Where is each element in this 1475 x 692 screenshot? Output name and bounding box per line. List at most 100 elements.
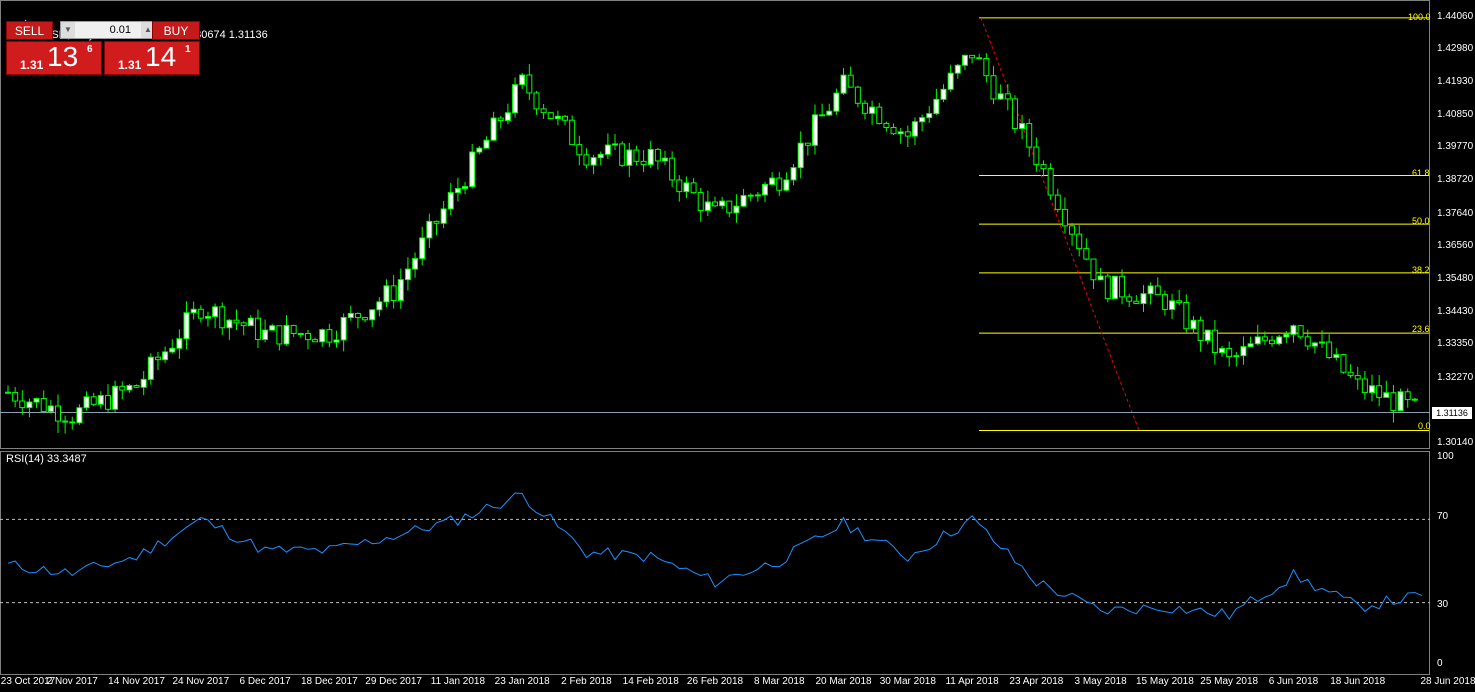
candle [476, 146, 483, 155]
candle-body [54, 405, 61, 422]
candle [483, 136, 490, 149]
candle [654, 147, 661, 170]
candle [512, 77, 519, 118]
candle-body [162, 351, 169, 361]
sell-quote[interactable]: 1.31 13 6 [6, 41, 102, 75]
candle [626, 142, 633, 178]
candle-body [919, 117, 926, 123]
price-chart-panel[interactable]: ▲ GBPUSD,Daily 1.30759 1.31288 1.30674 1… [0, 0, 1475, 449]
price-chart-svg [0, 17, 1430, 434]
candle [740, 188, 747, 207]
candle [1061, 197, 1068, 234]
candle [840, 67, 847, 95]
candle-body [876, 106, 883, 124]
candle [712, 196, 718, 207]
candle [1083, 238, 1090, 261]
date-axis-label: 24 Nov 2017 [172, 676, 230, 687]
buy-quote-pips: 14 [145, 41, 177, 72]
sell-button[interactable]: SELL [6, 21, 53, 40]
candle-body [547, 112, 554, 120]
candle [162, 346, 169, 363]
candle [1204, 329, 1211, 345]
candle [219, 302, 226, 335]
fib-label-61-8: 61.8 [1412, 168, 1430, 178]
candle [569, 115, 576, 146]
candle-body [1276, 336, 1283, 345]
candle [1390, 384, 1397, 423]
candle [690, 178, 697, 194]
candle [447, 183, 454, 216]
date-axis-label: 28 Jun 2018 [1420, 676, 1475, 687]
fib-label-0: 0.0 [1418, 421, 1431, 431]
buy-quote[interactable]: 1.31 14 1 [104, 41, 200, 75]
candle [390, 274, 397, 309]
candle-body [512, 84, 519, 114]
candle-body [1126, 296, 1133, 302]
candle [462, 182, 469, 195]
candle [176, 329, 183, 359]
candle-body [747, 194, 754, 197]
candle-body [190, 308, 197, 314]
candle [633, 145, 640, 166]
lot-size-input[interactable]: ▼ 0.01 ▲ [60, 21, 156, 39]
candle [104, 384, 111, 413]
candle-body [1326, 341, 1333, 358]
candle-body [362, 317, 369, 321]
candle [312, 337, 319, 343]
candle-body [890, 127, 897, 135]
candle [826, 103, 833, 116]
price-axis-label: 1.40850 [1437, 109, 1474, 120]
candle-body [1154, 285, 1161, 296]
candle-body [619, 143, 626, 166]
candle [233, 309, 240, 331]
candle [919, 114, 926, 132]
sell-quote-prefix: 1.31 [20, 58, 44, 72]
candle [333, 330, 340, 348]
date-axis-label: 6 Dec 2017 [239, 676, 291, 687]
candle [1169, 293, 1176, 319]
candle-body [783, 179, 790, 191]
candle-body [940, 88, 947, 100]
buy-button[interactable]: BUY [152, 21, 200, 40]
rsi-axis-label-30: 30 [1437, 599, 1449, 610]
rsi-indicator-panel[interactable]: RSI(14) 33.3487 100 70 30 0 [0, 451, 1475, 675]
candle-body [676, 179, 683, 193]
candle [412, 252, 419, 278]
candle-body [176, 338, 183, 349]
lot-size-value[interactable]: 0.01 [77, 22, 139, 38]
candle-body [833, 92, 840, 112]
candle-body [1069, 225, 1076, 235]
price-axis-label: 1.35480 [1437, 273, 1474, 284]
candle [319, 328, 326, 347]
candle [212, 303, 219, 329]
candle [47, 400, 54, 414]
candle-body [604, 144, 611, 155]
candle [1026, 118, 1033, 157]
candle [911, 117, 918, 146]
candle-body [690, 182, 697, 194]
candle [583, 148, 590, 169]
candle [1369, 374, 1376, 402]
candle-body [169, 347, 176, 353]
candle [262, 319, 269, 343]
candle [747, 193, 754, 202]
candle [1333, 348, 1340, 361]
candle-body [1197, 319, 1204, 342]
candle [269, 323, 276, 331]
price-axis-label: 1.34430 [1437, 306, 1474, 317]
candle [533, 90, 540, 115]
price-axis-label: 1.41930 [1437, 76, 1474, 87]
lot-decrease-icon[interactable]: ▼ [61, 22, 75, 38]
candle [597, 151, 604, 166]
candle [1090, 258, 1097, 289]
candle [26, 398, 33, 418]
sell-quote-pips: 13 [47, 41, 79, 72]
rsi-axis-label-100: 100 [1437, 451, 1454, 462]
candle [147, 353, 154, 385]
candle [1219, 345, 1226, 357]
candle-body [304, 332, 311, 341]
candle-body [419, 237, 426, 260]
candle [183, 301, 190, 350]
candle [112, 380, 119, 413]
date-axis-label: 2 Feb 2018 [561, 676, 612, 687]
